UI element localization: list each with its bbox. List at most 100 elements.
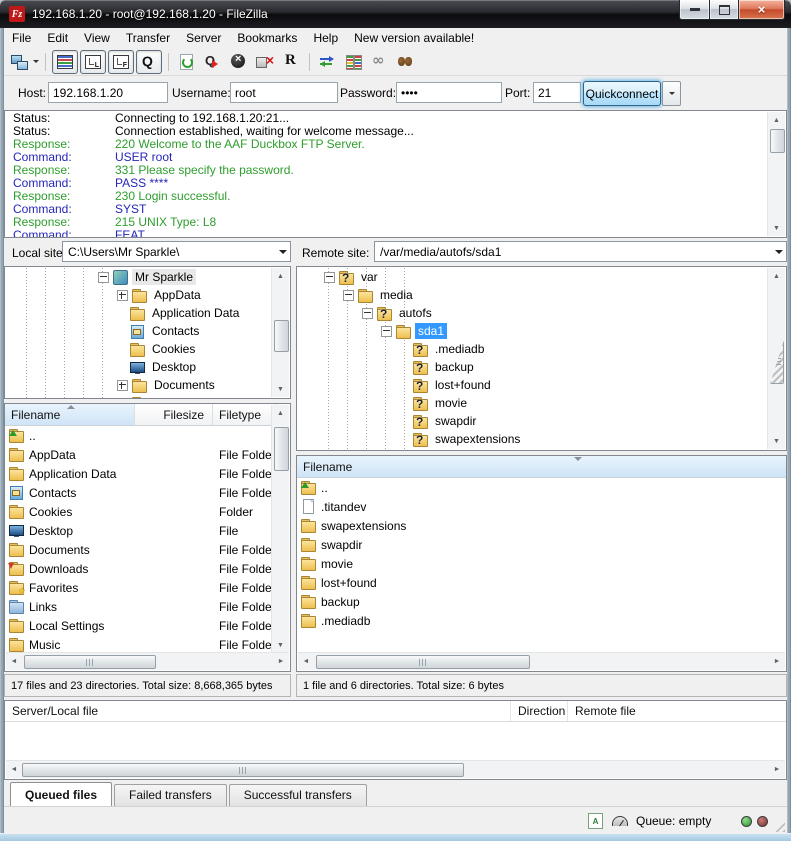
- speed-limits-button[interactable]: [368, 51, 392, 73]
- file-row-desktop[interactable]: DesktopFile: [5, 521, 272, 540]
- column-header-filetype[interactable]: Filetype: [213, 404, 277, 425]
- file-row-cookies[interactable]: CookiesFolder: [5, 502, 272, 521]
- password-input[interactable]: [396, 82, 502, 103]
- scroll-thumb[interactable]: [22, 763, 464, 777]
- tree-item-cookies[interactable]: Cookies: [5, 340, 272, 358]
- queue-column-header-remote-file[interactable]: Remote file: [568, 701, 786, 721]
- column-header-filename[interactable]: Filename: [297, 456, 787, 477]
- synchronized-browsing-button[interactable]: [316, 51, 340, 73]
- file-row-local-settings[interactable]: Local SettingsFile Folder: [5, 616, 272, 635]
- process-queue-button[interactable]: [201, 51, 225, 73]
- scroll-thumb[interactable]: [24, 655, 156, 669]
- tree-item-backup[interactable]: ?backup: [297, 358, 768, 376]
- file-row-[interactable]: ..: [297, 478, 786, 497]
- expand-icon[interactable]: [117, 398, 128, 399]
- scroll-thumb[interactable]: [770, 129, 785, 153]
- log-scrollbar[interactable]: ▲ ▼: [767, 112, 785, 236]
- file-row-music[interactable]: MusicFile Folder: [5, 635, 272, 653]
- file-row-titandev[interactable]: .titandev: [297, 497, 786, 516]
- tree-item-application-data[interactable]: Application Data: [5, 304, 272, 322]
- tree-item-movie[interactable]: ?movie: [297, 394, 768, 412]
- close-button[interactable]: ×: [738, 0, 785, 20]
- tree-item-documents[interactable]: Documents: [5, 376, 272, 394]
- menu-help[interactable]: Help: [305, 29, 346, 47]
- scroll-up-icon[interactable]: ▲: [272, 268, 289, 284]
- tree-item-var[interactable]: ?var: [297, 268, 768, 286]
- site-manager-button[interactable]: [11, 51, 39, 73]
- toggle-queue-button[interactable]: [136, 50, 162, 74]
- scroll-up-icon[interactable]: ▲: [768, 268, 785, 284]
- scroll-left-icon[interactable]: ◄: [298, 653, 314, 670]
- scroll-thumb[interactable]: [770, 340, 784, 384]
- tree-item-mediadb[interactable]: ?.mediadb: [297, 340, 768, 358]
- scroll-right-icon[interactable]: ►: [273, 653, 289, 670]
- tree-item-autofs[interactable]: ?autofs: [297, 304, 768, 322]
- scroll-up-icon[interactable]: ▲: [768, 112, 785, 128]
- local-tree-scrollbar[interactable]: ▲ ▼: [271, 268, 289, 397]
- collapse-icon[interactable]: [381, 326, 392, 337]
- menu-file[interactable]: File: [4, 29, 39, 47]
- menu-new-version-notice[interactable]: New version available!: [346, 29, 482, 47]
- scroll-down-icon[interactable]: ▼: [272, 381, 289, 397]
- collapse-icon[interactable]: [362, 308, 373, 319]
- collapse-icon[interactable]: [98, 272, 109, 283]
- file-row-[interactable]: ..: [5, 426, 272, 445]
- scroll-right-icon[interactable]: ►: [769, 653, 785, 670]
- menu-view[interactable]: View: [76, 29, 118, 47]
- tree-item-downloads[interactable]: Downloads: [5, 394, 272, 398]
- scroll-thumb[interactable]: [274, 320, 289, 352]
- tab-successful-transfers[interactable]: Successful transfers: [229, 784, 367, 806]
- menu-bookmarks[interactable]: Bookmarks: [229, 29, 305, 47]
- collapse-icon[interactable]: [324, 272, 335, 283]
- tree-item-appdata[interactable]: AppData: [5, 286, 272, 304]
- local-site-combo[interactable]: C:\Users\Mr Sparkle\: [62, 241, 291, 262]
- tree-item-sda1[interactable]: sda1: [297, 322, 768, 340]
- tree-item-contacts[interactable]: Contacts: [5, 322, 272, 340]
- cancel-button[interactable]: [227, 51, 251, 73]
- scroll-down-icon[interactable]: ▼: [272, 637, 289, 653]
- reconnect-button[interactable]: [279, 51, 303, 73]
- tab-failed-transfers[interactable]: Failed transfers: [114, 784, 227, 806]
- remote-tree-scrollbar[interactable]: ▲ ▼: [767, 268, 785, 449]
- quickconnect-button[interactable]: Quickconnect: [583, 81, 661, 106]
- local-list-hscrollbar[interactable]: ◄ ►: [6, 652, 289, 670]
- toggle-local-tree-button[interactable]: [80, 50, 106, 74]
- remote-list-hscrollbar[interactable]: ◄ ►: [298, 652, 785, 670]
- file-row-swapdir[interactable]: swapdir: [297, 535, 786, 554]
- refresh-button[interactable]: [175, 51, 199, 73]
- file-row-favorites[interactable]: ★FavoritesFile Folder: [5, 578, 272, 597]
- column-header-filesize[interactable]: Filesize: [135, 404, 213, 425]
- scroll-thumb[interactable]: [274, 427, 289, 471]
- maximize-button[interactable]: [710, 0, 738, 20]
- queue-hscrollbar[interactable]: ◄ ►: [6, 760, 785, 778]
- tree-item-desktop[interactable]: Desktop: [5, 358, 272, 376]
- tab-queued-files[interactable]: Queued files: [10, 782, 112, 806]
- collapse-icon[interactable]: [343, 290, 354, 301]
- file-row-lost-found[interactable]: lost+found: [297, 573, 786, 592]
- quickconnect-dropdown-button[interactable]: [662, 81, 681, 106]
- title-bar[interactable]: Fz 192.168.1.20 - root@192.168.1.20 - Fi…: [0, 0, 791, 28]
- menu-server[interactable]: Server: [178, 29, 229, 47]
- username-input[interactable]: [230, 82, 338, 103]
- queue-column-header-server-local-file[interactable]: Server/Local file: [5, 701, 511, 721]
- file-row-swapextensions[interactable]: swapextensions: [297, 516, 786, 535]
- port-input[interactable]: [533, 82, 581, 103]
- tree-item-dvd[interactable]: ?dvd: [297, 448, 768, 450]
- menu-edit[interactable]: Edit: [39, 29, 76, 47]
- tree-item-swapdir[interactable]: ?swapdir: [297, 412, 768, 430]
- tree-item-media[interactable]: media: [297, 286, 768, 304]
- toggle-remote-tree-button[interactable]: [108, 50, 134, 74]
- filter-button[interactable]: [394, 51, 418, 73]
- scroll-left-icon[interactable]: ◄: [6, 653, 22, 670]
- file-row-movie[interactable]: movie: [297, 554, 786, 573]
- menu-transfer[interactable]: Transfer: [118, 29, 178, 47]
- remote-site-combo[interactable]: /var/media/autofs/sda1: [374, 241, 787, 262]
- file-row-downloads[interactable]: DownloadsFile Folder: [5, 559, 272, 578]
- host-input[interactable]: [48, 82, 168, 103]
- scroll-left-icon[interactable]: ◄: [6, 761, 22, 778]
- local-list-vscrollbar[interactable]: ▲ ▼: [271, 405, 289, 653]
- expand-icon[interactable]: [117, 380, 128, 391]
- column-header-filename[interactable]: Filename: [5, 404, 135, 425]
- toggle-log-button[interactable]: [52, 50, 78, 74]
- directory-comparison-button[interactable]: [342, 51, 366, 73]
